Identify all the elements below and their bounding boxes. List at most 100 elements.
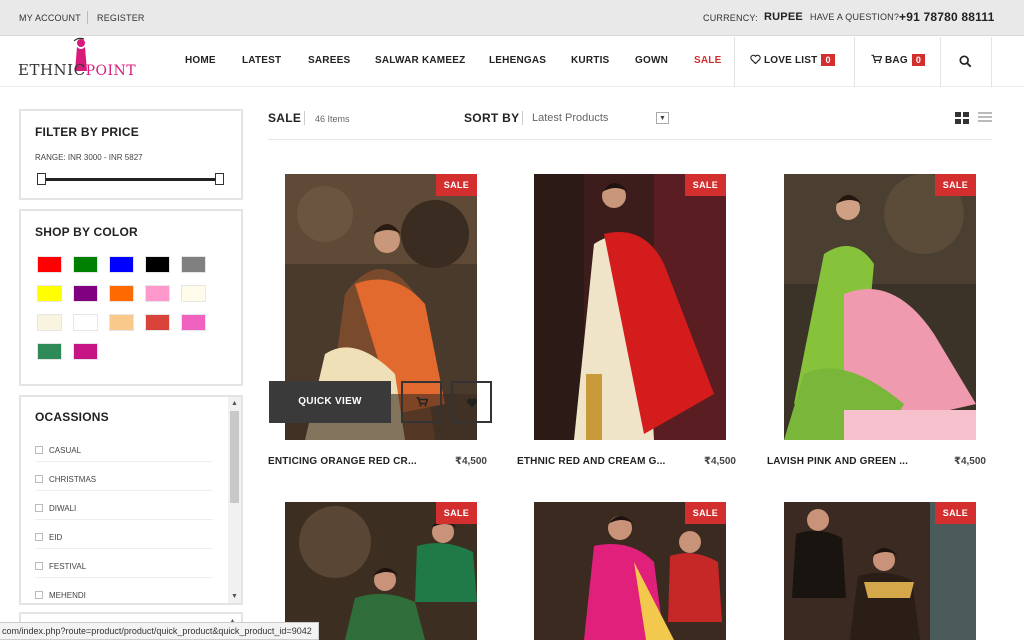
color-swatch[interactable] (109, 256, 134, 273)
nav-sale[interactable]: SALE (694, 55, 721, 66)
nav-sarees[interactable]: SAREES (308, 55, 350, 66)
nav-gown[interactable]: GOWN (635, 55, 668, 66)
heart-icon (466, 398, 478, 408)
product-price: ₹4,500 (704, 456, 736, 467)
love-list-count: 0 (821, 54, 835, 66)
add-to-cart-button[interactable] (401, 381, 442, 423)
bag-button[interactable]: BAG 0 (871, 54, 926, 66)
occasion-checkbox-item[interactable]: FESTIVAL (35, 562, 213, 578)
love-list-label: LOVE LIST (763, 55, 818, 66)
scroll-up-icon[interactable]: ▲ (229, 398, 240, 409)
color-swatch[interactable] (145, 256, 170, 273)
occasion-checkbox-item[interactable]: MEHENDI (35, 591, 213, 603)
toolbar-divider-line (268, 139, 992, 140)
register-link[interactable]: REGISTER (97, 13, 145, 23)
product-image[interactable]: SALE (534, 502, 726, 640)
product-price: ₹4,500 (954, 456, 986, 467)
occasion-label: FESTIVAL (49, 562, 87, 571)
color-swatch[interactable] (73, 285, 98, 302)
nav-lehengas[interactable]: LEHENGAS (489, 55, 546, 66)
color-swatch[interactable] (73, 256, 98, 273)
love-list-button[interactable]: LOVE LIST 0 (750, 54, 835, 66)
occasions-panel: OCASSIONS CASUAL CHRISTMAS DIWALI EID FESTIV… (19, 395, 243, 605)
chevron-down-icon[interactable]: ▼ (656, 112, 669, 124)
color-swatch[interactable] (145, 314, 170, 331)
color-swatch[interactable] (37, 285, 62, 302)
question-label: HAVE A QUESTION? (810, 12, 900, 22)
grid-view-icon[interactable] (955, 112, 969, 124)
product-name[interactable]: ETHNIC RED AND CREAM G... (517, 456, 666, 467)
occasion-checkbox-item[interactable]: EID (35, 533, 213, 549)
color-swatch[interactable] (37, 256, 62, 273)
currency-selector[interactable]: RUPEE (764, 11, 803, 23)
occasion-label: CHRISTMAS (49, 475, 97, 484)
occasion-label: EID (49, 533, 63, 542)
product-image[interactable]: SALE (784, 174, 976, 440)
cart-icon (871, 54, 883, 64)
category-title: SALE (268, 111, 302, 125)
my-account-link[interactable]: MY ACCOUNT (19, 13, 81, 23)
product-name[interactable]: LAVISH PINK AND GREEN ... (767, 456, 908, 467)
occasion-label: DIWALI (49, 504, 77, 513)
scroll-down-icon[interactable]: ▼ (229, 591, 240, 602)
nav-salwar-kameez[interactable]: SALWAR KAMEEZ (375, 55, 465, 66)
checkbox[interactable] (35, 504, 43, 512)
bag-count: 0 (911, 54, 926, 66)
product-price: ₹4,500 (455, 456, 487, 467)
color-swatch[interactable] (109, 285, 134, 302)
occasion-checkbox-item[interactable]: DIWALI (35, 504, 213, 520)
nav-kurtis[interactable]: KURTIS (571, 55, 609, 66)
header-divider (940, 37, 941, 87)
toolbar-divider (522, 111, 523, 125)
occasion-label: MEHENDI (49, 591, 86, 600)
color-swatch[interactable] (145, 285, 170, 302)
occasion-checkbox-item[interactable]: CHRISTMAS (35, 475, 213, 491)
product-image[interactable]: SALE (784, 502, 976, 640)
product-name[interactable]: ENTICING ORANGE RED CR... (268, 456, 417, 467)
price-slider-min-handle[interactable] (37, 173, 46, 185)
color-swatch[interactable] (181, 256, 206, 273)
bag-label: BAG (884, 55, 908, 66)
occasion-checkbox-item[interactable]: CASUAL (35, 446, 213, 462)
filter-price-title: FILTER BY PRICE (35, 125, 139, 139)
sale-badge: SALE (934, 502, 976, 524)
scrollbar-thumb[interactable] (230, 411, 239, 503)
checkbox[interactable] (35, 591, 43, 599)
top-bar: MY ACCOUNT REGISTER CURRENCY: RUPEE HAVE… (0, 0, 1024, 36)
quick-view-button[interactable]: QUICK VIEW (269, 381, 391, 423)
topbar-divider (87, 11, 88, 24)
checkbox[interactable] (35, 533, 43, 541)
color-swatch[interactable] (37, 343, 62, 360)
main-header: ETHNICPOINT HOME LATEST SAREES SALWAR KA… (0, 37, 1024, 87)
sale-badge: SALE (934, 174, 976, 196)
add-to-wishlist-button[interactable] (451, 381, 492, 423)
checkbox[interactable] (35, 446, 43, 454)
sale-badge: SALE (684, 174, 726, 196)
occasions-scrollbar[interactable]: ▲ ▼ (228, 397, 241, 603)
site-logo[interactable]: ETHNICPOINT (18, 61, 136, 79)
search-icon[interactable] (959, 55, 972, 68)
sort-select[interactable]: Latest Products (532, 112, 608, 124)
color-swatch[interactable] (73, 314, 98, 331)
list-view-icon[interactable] (978, 112, 992, 124)
sale-badge: SALE (435, 502, 477, 524)
filter-price-panel: FILTER BY PRICE RANGE: INR 3000 - INR 58… (19, 109, 243, 200)
checkbox[interactable] (35, 562, 43, 570)
color-swatch[interactable] (109, 314, 134, 331)
sort-by-label: SORT BY (464, 111, 520, 125)
color-swatch[interactable] (181, 314, 206, 331)
nav-home[interactable]: HOME (185, 55, 216, 66)
cart-icon (416, 397, 428, 407)
sale-badge: SALE (684, 502, 726, 524)
occasion-label: CASUAL (49, 446, 82, 455)
price-slider-track[interactable] (41, 178, 221, 181)
color-swatch[interactable] (73, 343, 98, 360)
price-slider-max-handle[interactable] (215, 173, 224, 185)
checkbox[interactable] (35, 475, 43, 483)
product-image[interactable]: SALE (534, 174, 726, 440)
color-swatch[interactable] (181, 285, 206, 302)
logo-text-point: POINT (85, 63, 137, 79)
nav-latest[interactable]: LATEST (242, 55, 281, 66)
color-swatch[interactable] (37, 314, 62, 331)
product-image[interactable]: SALE (285, 502, 477, 640)
